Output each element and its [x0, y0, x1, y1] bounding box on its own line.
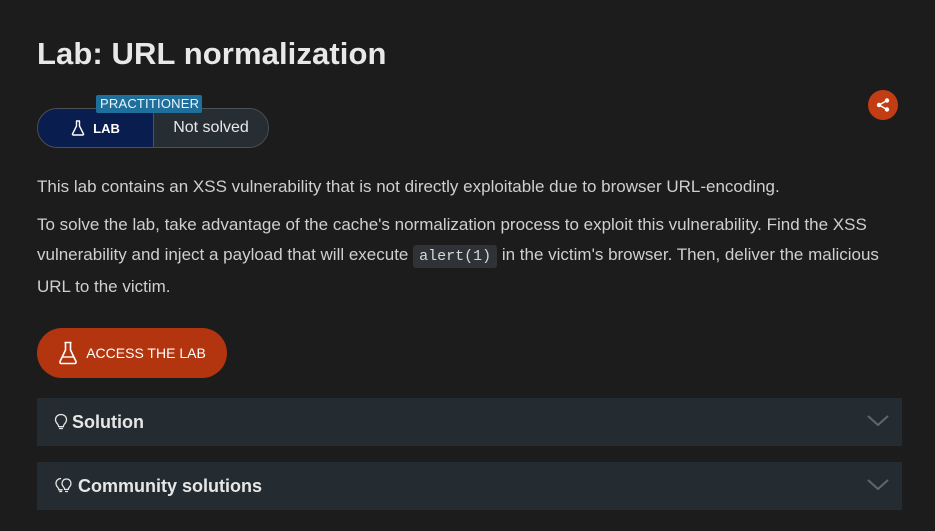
access-lab-button[interactable]: ACCESS THE LAB — [37, 328, 227, 378]
solution-accordion[interactable]: Solution — [37, 398, 902, 446]
flask-icon — [71, 120, 85, 136]
access-lab-label: ACCESS THE LAB — [86, 345, 206, 361]
lab-intro-text: This lab contains an XSS vulnerability t… — [37, 177, 780, 196]
share-button[interactable] — [868, 90, 898, 120]
lab-page: Lab: URL normalization LAB Not solved PR… — [0, 0, 935, 531]
difficulty-level-badge: PRACTITIONER — [96, 95, 203, 113]
lightbulb-icon — [54, 413, 68, 431]
lab-type-label: LAB — [93, 120, 120, 136]
community-solutions-label: Community solutions — [78, 475, 262, 496]
chevron-down-icon — [867, 415, 889, 427]
share-icon — [876, 98, 890, 112]
solution-label: Solution — [72, 411, 144, 432]
chevron-down-icon — [867, 479, 889, 491]
lightbulbs-icon — [54, 477, 74, 495]
lab-status-widget: LAB Not solved PRACTITIONER — [37, 95, 269, 148]
solve-status: Not solved — [154, 109, 268, 147]
lab-type-badge: LAB — [38, 109, 154, 147]
lab-task-text: To solve the lab, take advantage of the … — [37, 210, 902, 302]
flask-icon — [59, 341, 78, 365]
payload-code: alert(1) — [413, 245, 498, 268]
page-title: Lab: URL normalization — [37, 36, 387, 71]
lab-badge: LAB Not solved — [37, 108, 269, 148]
community-solutions-accordion[interactable]: Community solutions — [37, 462, 902, 510]
